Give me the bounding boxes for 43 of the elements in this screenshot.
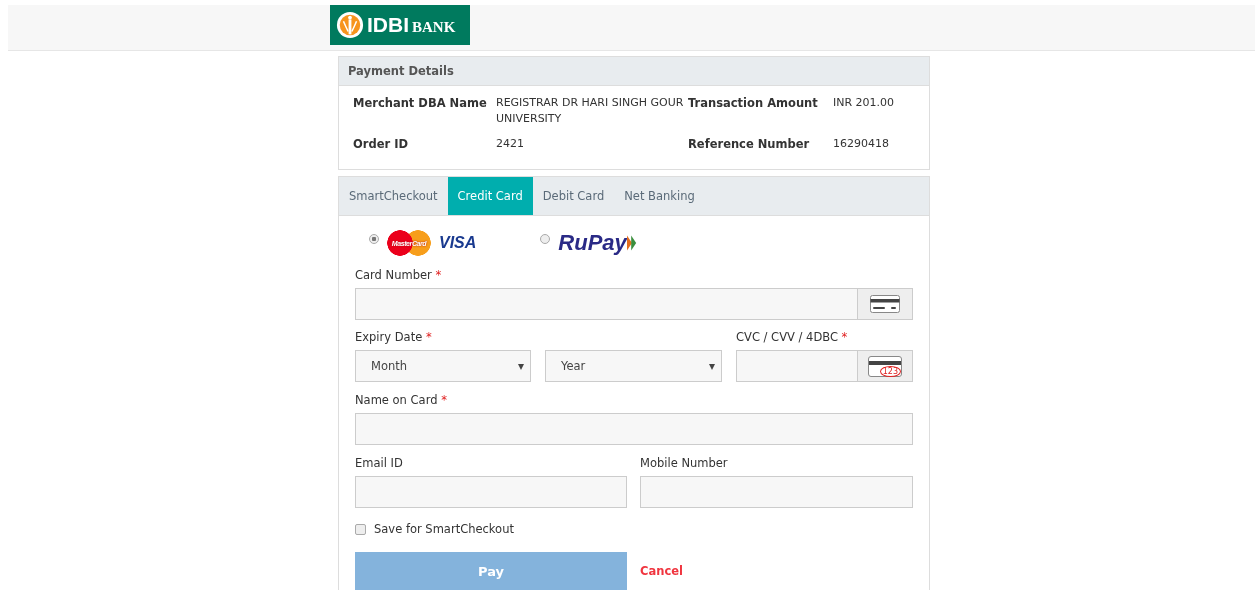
tab[interactable]: Credit Card	[447, 177, 533, 215]
field-label: Name on Card	[355, 393, 438, 407]
tab[interactable]: Debit Card	[532, 177, 615, 215]
panel-title: Payment Details	[339, 57, 929, 86]
card-number-field[interactable]	[355, 288, 913, 320]
chevron-icon	[626, 235, 637, 251]
cancel-link[interactable]: Cancel	[640, 564, 683, 578]
caret-icon	[518, 364, 524, 370]
field-label: Card Number	[355, 268, 432, 282]
field-label: Expiry Date	[355, 330, 423, 344]
caret-icon	[709, 364, 715, 370]
bank-logo: IDBI BANK	[330, 5, 470, 45]
emblem-icon	[336, 11, 364, 39]
tab[interactable]: Net Banking	[614, 177, 705, 215]
field-value: 16290418	[833, 136, 890, 152]
field-value: 2421	[496, 136, 525, 152]
field-label: Mobile Number	[640, 456, 728, 470]
required-mark: *	[841, 330, 848, 344]
checkbox-label: Save for SmartCheckout	[374, 522, 514, 536]
field-label: Reference Number	[688, 136, 811, 152]
rupay-logo: RuPay	[558, 230, 627, 256]
required-mark: *	[435, 268, 442, 282]
required-mark: *	[425, 330, 432, 344]
card-icon	[870, 295, 900, 313]
mobile-field[interactable]	[640, 476, 913, 508]
name-field[interactable]	[355, 413, 913, 445]
radio-button[interactable]	[369, 234, 379, 244]
email-field[interactable]	[355, 476, 627, 508]
visa-logo: VISA	[439, 234, 477, 252]
field-value: REGISTRAR DR HARI SINGH GOUR UNIVERSITY	[496, 95, 685, 127]
field-label: Email ID	[355, 456, 403, 470]
required-mark: *	[441, 393, 447, 407]
radio-button[interactable]	[540, 234, 551, 244]
field-label: CVC / CVV / 4DBC	[736, 330, 838, 344]
year-dropdown[interactable]: Year	[545, 350, 722, 382]
card-cvc-icon: 123	[868, 355, 902, 377]
field-label: Transaction Amount	[688, 95, 819, 112]
field-value: INR 201.00	[833, 95, 896, 111]
field-label: Order ID	[353, 136, 409, 152]
checkbox[interactable]	[355, 523, 366, 535]
tab[interactable]: SmartCheckout	[339, 177, 448, 215]
month-dropdown[interactable]: Month	[355, 350, 531, 382]
field-label: Merchant DBA Name	[353, 95, 488, 112]
